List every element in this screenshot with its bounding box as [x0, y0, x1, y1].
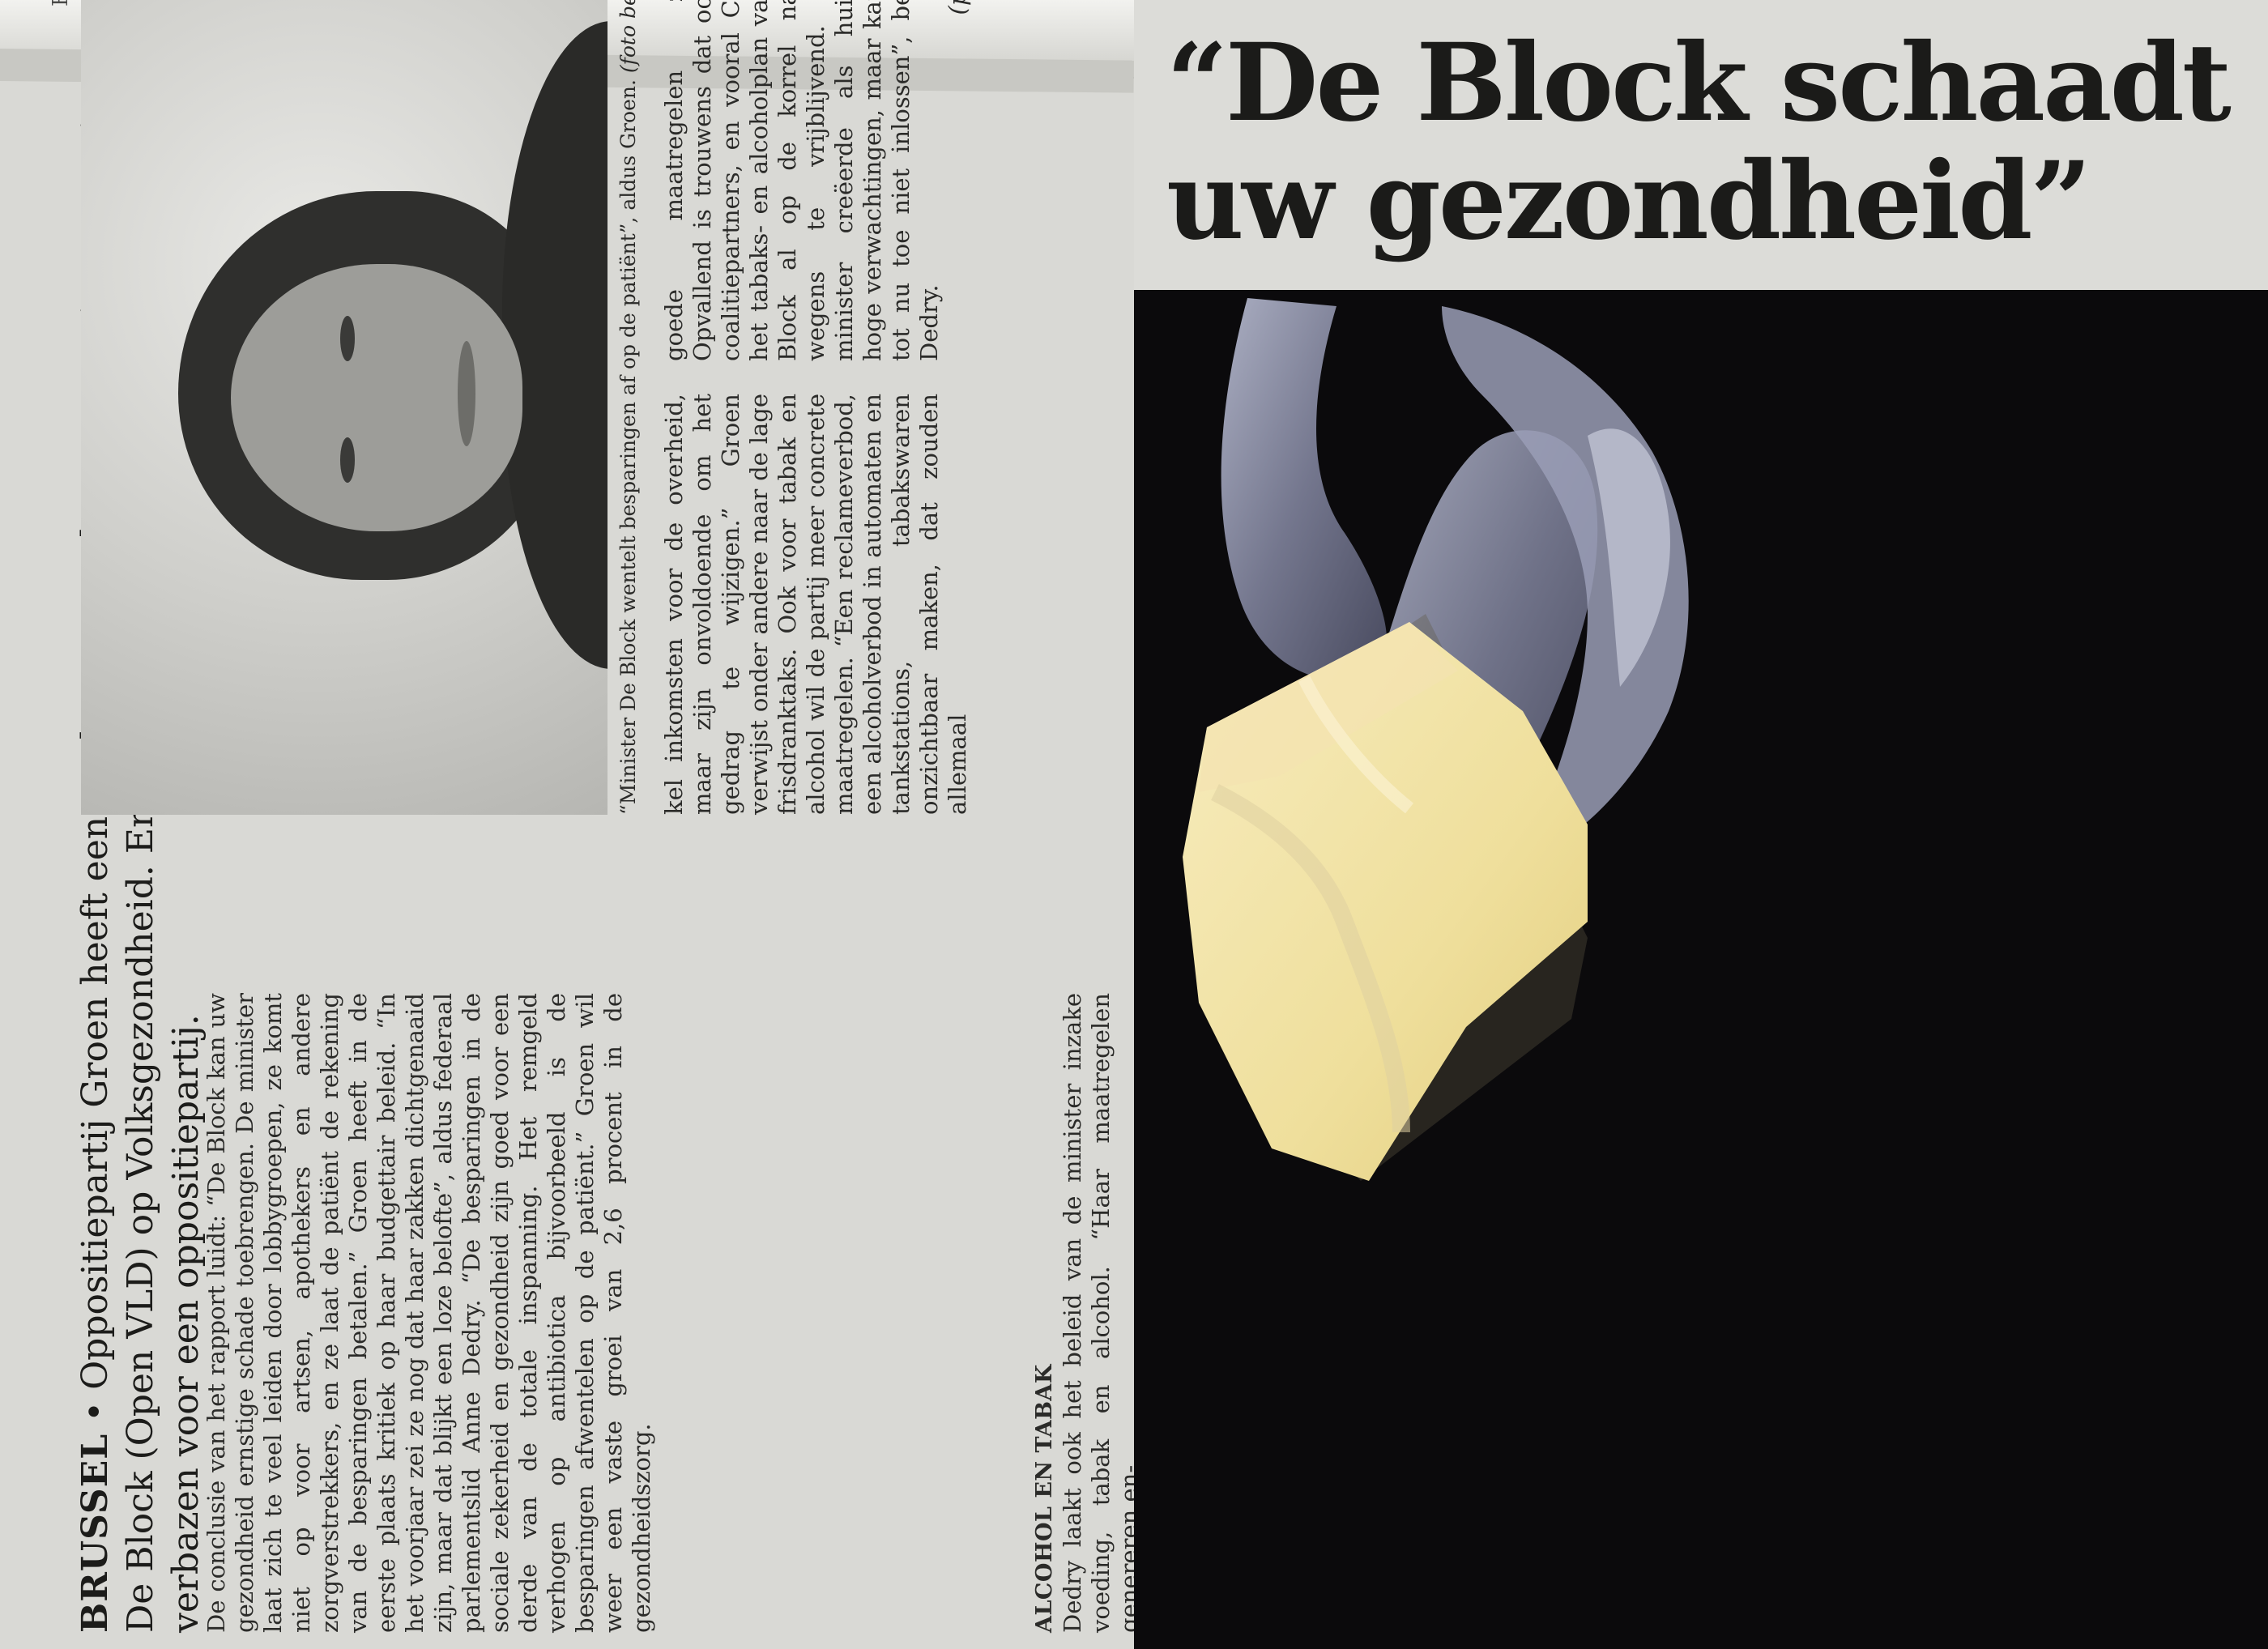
- portrait-photo: [81, 0, 608, 815]
- headline-title: “De Block schaadt uw gezondheid”: [1166, 20, 2232, 264]
- newspaper-clipping: Fr BRUSSEL • Oppositiepartij Groen heeft…: [0, 0, 1134, 1649]
- column-1-text: De conclusie van het rapport luidt: “De …: [202, 993, 655, 1633]
- photo-face: [231, 264, 522, 531]
- title-clipping: “De Block schaadt uw gezondheid”: [1134, 0, 2268, 290]
- photo-credit: (foto belga): [616, 0, 640, 74]
- column-3-text: kel inkomsten voor de overheid, maar zij…: [660, 394, 971, 815]
- photo-shoulders: [502, 21, 608, 669]
- subheading: ALCOHOL EN TABAK: [1032, 1364, 1057, 1633]
- photo-caption: “Minister De Block wentelt besparingen a…: [616, 0, 642, 815]
- paint-stroke-1: [1221, 298, 1388, 680]
- photo-eye-left: [340, 437, 355, 483]
- rotated-article: BRUSSEL • Oppositiepartij Groen heeft ee…: [0, 0, 1134, 1649]
- article-column-1: De conclusie van het rapport luidt: “De …: [202, 993, 656, 1633]
- byline: (pcok): [944, 0, 972, 361]
- article-column-2: ALCOHOL EN TABAK Dedry laakt ook het bel…: [1013, 993, 1134, 1633]
- dateline: BRUSSEL: [75, 1433, 116, 1633]
- photo-eye-right: [340, 316, 355, 361]
- caption-text: “Minister De Block wentelt besparingen a…: [616, 79, 640, 815]
- column-4-text: goede maatregelen zijn.” Opvallend is tr…: [660, 0, 943, 361]
- article-column-3: kel inkomsten voor de overheid, maar zij…: [660, 394, 972, 815]
- black-background: [1134, 290, 2268, 1649]
- article-column-4: goede maatregelen zijn.” Opvallend is tr…: [660, 0, 972, 361]
- photo-mouth: [458, 341, 475, 446]
- column-2-text: Dedry laakt ook het beleid van de minist…: [1059, 993, 1134, 1633]
- collage-artwork: “De Block schaadt uw gezondheid”: [1134, 0, 2268, 1649]
- paint-and-butter-illustration: [1183, 298, 1689, 1181]
